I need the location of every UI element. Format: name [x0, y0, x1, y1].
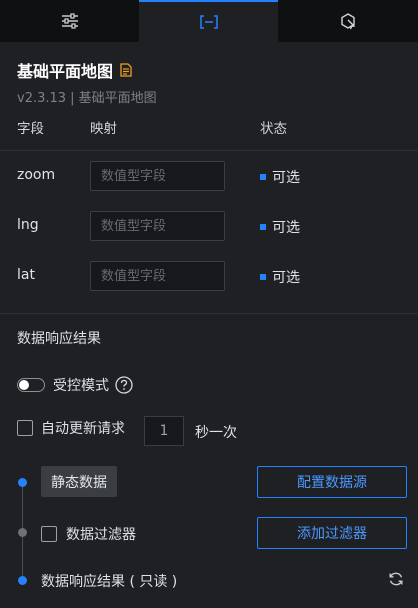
status-label: 可选	[272, 220, 300, 236]
mapping-input-zoom[interactable]	[90, 161, 225, 191]
document-icon[interactable]	[120, 63, 132, 77]
interval-unit: 秒一次	[195, 425, 237, 441]
static-data-tag[interactable]: 静态数据	[41, 466, 117, 497]
timeline-line-lower	[22, 532, 23, 580]
interval-input[interactable]	[144, 416, 184, 446]
header-mapping: 映射	[90, 121, 117, 137]
tab-style-settings[interactable]	[0, 0, 139, 42]
header-field: 字段	[17, 121, 44, 137]
status-label: 可选	[272, 170, 300, 186]
timeline-step-dot	[18, 478, 27, 487]
filter-label: 数据过滤器	[66, 527, 136, 543]
mapping-input-lat[interactable]	[90, 261, 225, 291]
auto-update-row: 自动更新请求	[17, 418, 125, 438]
filter-row: 数据过滤器	[41, 524, 136, 544]
status-dot	[260, 174, 266, 180]
status-label: 可选	[272, 270, 300, 286]
response-result-label: 数据响应结果 ( 只读 )	[41, 574, 178, 590]
auto-update-checkbox[interactable]	[17, 420, 33, 436]
bracket-field-icon	[199, 15, 218, 29]
tab-interaction[interactable]	[278, 0, 417, 42]
refresh-icon[interactable]	[388, 571, 404, 591]
tab-bar	[0, 0, 418, 42]
config-datasource-button[interactable]: 配置数据源	[257, 466, 407, 498]
status-dot	[260, 274, 266, 280]
filter-checkbox[interactable]	[41, 526, 57, 542]
timeline-line-upper	[22, 482, 23, 532]
timeline-step-dot	[18, 576, 27, 585]
status-lat: 可选	[260, 267, 300, 287]
timeline-step-dot	[18, 528, 27, 537]
controlled-mode-switch[interactable]	[17, 378, 45, 392]
status-lng: 可选	[260, 217, 300, 237]
field-zoom: zoom	[17, 167, 56, 183]
response-section-title: 数据响应结果	[17, 331, 101, 347]
sliders-icon	[61, 13, 78, 29]
auto-update-label: 自动更新请求	[41, 421, 125, 437]
header-divider	[0, 150, 418, 151]
component-title-row: 基础平面地图	[17, 58, 132, 82]
controlled-mode-label: 受控模式	[53, 378, 109, 394]
field-lat: lat	[17, 267, 35, 283]
header-status: 状态	[260, 121, 287, 137]
component-title: 基础平面地图	[17, 62, 114, 81]
mapping-input-lng[interactable]	[90, 211, 225, 241]
interaction-cursor-icon	[340, 13, 355, 30]
add-filter-button[interactable]: 添加过滤器	[257, 517, 407, 549]
version-label: v2.3.13 | 基础平面地图	[17, 91, 157, 106]
tab-data[interactable]	[139, 0, 278, 42]
controlled-mode-row: 受控模式	[17, 375, 133, 395]
help-icon[interactable]	[115, 376, 133, 394]
status-dot	[260, 224, 266, 230]
status-zoom: 可选	[260, 167, 300, 187]
field-lng: lng	[17, 217, 39, 233]
section-divider	[0, 313, 418, 314]
switch-knob	[19, 380, 29, 390]
